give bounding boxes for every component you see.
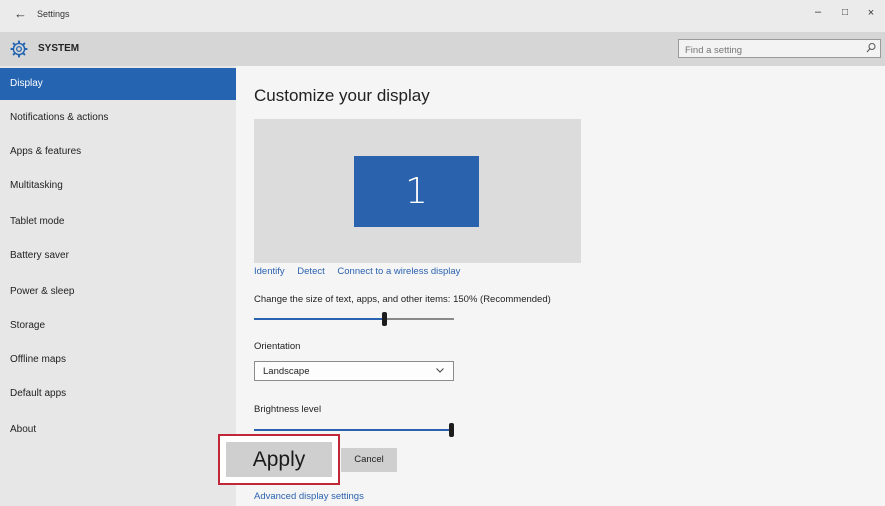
sidebar-item-tablet-mode[interactable]: Tablet mode xyxy=(0,206,236,238)
settings-header: SYSTEM xyxy=(0,32,885,66)
scale-slider-thumb[interactable] xyxy=(382,312,387,326)
minimize-button[interactable]: – xyxy=(810,6,826,18)
apply-button[interactable]: Apply xyxy=(226,442,332,477)
sidebar-item-multitasking[interactable]: Multitasking xyxy=(0,170,236,202)
advanced-display-settings-link[interactable]: Advanced display settings xyxy=(254,491,364,502)
sidebar-item-notifications[interactable]: Notifications & actions xyxy=(0,102,236,134)
search-box[interactable] xyxy=(678,39,881,59)
title-bar: ← Settings – □ × xyxy=(0,0,885,32)
search-icon[interactable] xyxy=(866,42,876,54)
display-preview: 1 xyxy=(254,119,581,263)
monitor-1[interactable]: 1 xyxy=(354,156,479,227)
sidebar-item-apps-features[interactable]: Apps & features xyxy=(0,136,236,168)
sidebar-item-offline-maps[interactable]: Offline maps xyxy=(0,344,236,376)
scale-label: Change the size of text, apps, and other… xyxy=(254,294,551,305)
sidebar-item-power-sleep[interactable]: Power & sleep xyxy=(0,276,236,308)
window-title: Settings xyxy=(37,9,70,19)
sidebar-item-display[interactable]: Display xyxy=(0,68,236,100)
scale-slider[interactable] xyxy=(254,312,454,326)
cancel-button[interactable]: Cancel xyxy=(341,448,397,472)
sidebar-item-storage[interactable]: Storage xyxy=(0,310,236,342)
orientation-dropdown[interactable]: Landscape xyxy=(254,361,454,381)
brightness-slider-fill xyxy=(254,429,454,431)
wireless-display-link[interactable]: Connect to a wireless display xyxy=(337,266,460,277)
back-arrow-icon[interactable]: ← xyxy=(14,6,27,21)
detect-link[interactable]: Detect xyxy=(297,266,324,277)
sidebar-item-about[interactable]: About xyxy=(0,414,236,446)
maximize-button[interactable]: □ xyxy=(837,7,853,18)
brightness-label: Brightness level xyxy=(254,404,322,415)
identify-link[interactable]: Identify xyxy=(254,266,285,277)
display-links: Identify Detect Connect to a wireless di… xyxy=(254,266,470,277)
gear-icon xyxy=(10,40,28,58)
close-button[interactable]: × xyxy=(863,7,879,19)
sidebar-item-default-apps[interactable]: Default apps xyxy=(0,378,236,410)
page-title: Customize your display xyxy=(254,86,430,105)
sidebar: Display Notifications & actions Apps & f… xyxy=(0,66,236,506)
orientation-label: Orientation xyxy=(254,341,301,352)
scale-slider-fill xyxy=(254,318,384,320)
brightness-slider-thumb[interactable] xyxy=(449,423,454,437)
section-title: SYSTEM xyxy=(38,43,80,54)
sidebar-item-battery-saver[interactable]: Battery saver xyxy=(0,240,236,272)
apply-highlight: Apply xyxy=(218,434,340,485)
chevron-down-icon xyxy=(436,368,444,373)
search-input[interactable] xyxy=(679,42,859,59)
orientation-value: Landscape xyxy=(263,366,310,377)
